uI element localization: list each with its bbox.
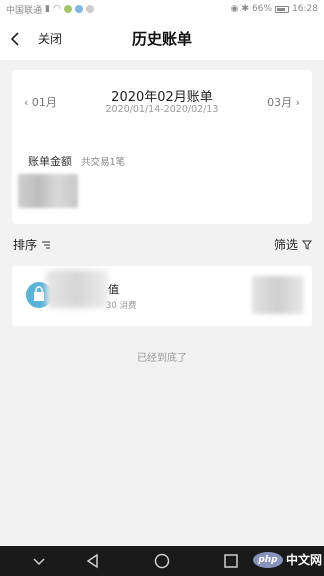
amount-row: 账单金额 共交易1笔: [28, 150, 125, 169]
sort-button[interactable]: 排序: [13, 236, 51, 253]
app-notification-icon: [63, 5, 72, 13]
sort-label: 排序: [13, 238, 38, 252]
wifi-icon: ◠: [52, 4, 61, 14]
chevron-right-icon: ›: [292, 96, 300, 109]
end-of-list-text: 已经到底了: [137, 353, 187, 364]
filter-label: 筛选: [273, 238, 298, 252]
collapse-chevron-icon[interactable]: [30, 552, 48, 570]
bill-summary-card: ‹ 01月 2020年02月账单 2020/01/14-2020/02/13 0…: [12, 70, 312, 224]
battery-percent: 66%: [252, 4, 273, 14]
clock-time: 16:28: [292, 4, 318, 14]
php-logo: php: [252, 551, 283, 568]
blurred-amount: [18, 174, 78, 208]
filter-button[interactable]: 筛选: [274, 236, 312, 253]
header-bar: 关闭 历史账单: [0, 18, 324, 60]
close-button[interactable]: 关闭: [38, 30, 62, 47]
bluetooth-icon: ✱: [241, 4, 250, 14]
sort-lines-icon: [42, 241, 51, 248]
blurred-transaction-amount: [252, 276, 304, 314]
nav-home-icon[interactable]: [153, 552, 171, 570]
battery-icon: [275, 5, 290, 13]
trade-count: 共交易1笔: [81, 157, 126, 168]
transaction-name: 值: [108, 283, 119, 296]
sort-filter-row: 排序 筛选: [0, 236, 324, 256]
watermark-text: 中文网: [285, 553, 322, 567]
next-month-label: 03月: [267, 96, 293, 109]
message-notification-icon: [85, 5, 94, 13]
status-bar: 中国联通 ▮ ◠ ◉ ✱ 66% 16:28: [0, 0, 324, 18]
signal-icon: ▮: [45, 4, 50, 14]
nav-back-icon[interactable]: [84, 552, 102, 570]
blurred-merchant-name: [46, 270, 108, 308]
month-switcher: ‹ 01月 2020年02月账单 2020/01/14-2020/02/13 0…: [12, 84, 312, 120]
transaction-subtitle: 30 消费: [106, 301, 137, 311]
next-month-button[interactable]: 03月 ›: [267, 94, 300, 110]
amount-label: 账单金额: [28, 155, 72, 168]
eye-icon: ◉: [230, 4, 239, 14]
carrier-label: 中国联通: [6, 5, 43, 16]
site-watermark: php 中文网: [252, 551, 322, 568]
transaction-item[interactable]: 值 30 消费: [12, 266, 312, 326]
filter-funnel-icon: [302, 240, 312, 250]
shield-notification-icon: [74, 5, 83, 13]
back-arrow-icon[interactable]: [8, 30, 24, 48]
nav-recents-icon[interactable]: [222, 552, 240, 570]
